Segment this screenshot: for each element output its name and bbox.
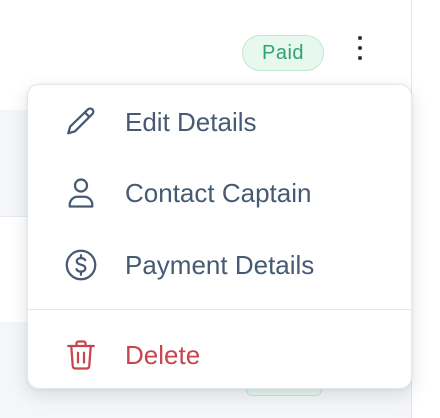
menu-item-delete[interactable]: Delete: [28, 323, 411, 387]
menu-item-contact-captain[interactable]: Contact Captain: [28, 161, 411, 225]
status-badge: Paid: [242, 35, 324, 71]
menu-item-payment-details[interactable]: Payment Details: [28, 233, 411, 297]
menu-divider: [28, 309, 411, 310]
panel-gutter: [412, 0, 440, 418]
dollar-circle-icon: [61, 245, 101, 285]
more-options-icon[interactable]: [346, 30, 374, 66]
menu-item-label: Contact Captain: [125, 177, 312, 208]
pencil-icon: [61, 102, 101, 142]
trash-icon: [61, 335, 101, 375]
row-actions-menu: Edit Details Contact Captain Payment Det…: [27, 84, 412, 389]
menu-item-edit-details[interactable]: Edit Details: [28, 90, 411, 154]
menu-item-label: Payment Details: [125, 249, 315, 280]
menu-item-label: Delete: [125, 339, 201, 370]
user-icon: [61, 173, 101, 213]
menu-item-label: Edit Details: [125, 106, 257, 137]
